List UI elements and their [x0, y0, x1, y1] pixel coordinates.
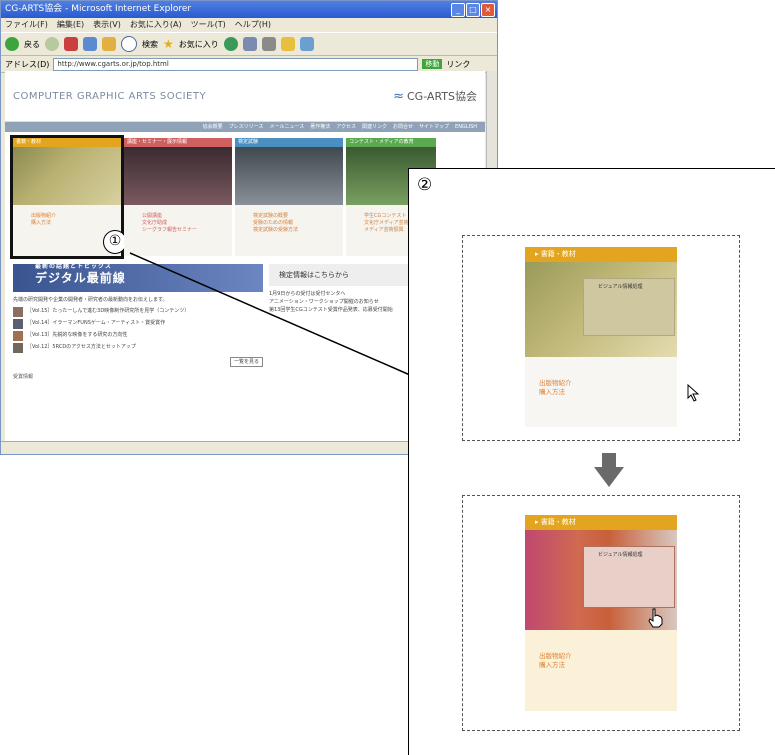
card-links: 出版物紹介 購入方法: [525, 630, 677, 711]
link-purchase[interactable]: 購入方法: [539, 388, 677, 397]
zoom-callout: ② ▸ 書籍・教材 ビジュアル情報処理 出版物紹介 購入方法 ▸ 書籍・教材 ビ…: [408, 168, 775, 755]
connector-line: [129, 252, 411, 376]
book-label: ビジュアル情報処理: [598, 552, 643, 558]
card-tab-label: 書籍・教材: [540, 518, 576, 526]
book-cover: ビジュアル情報処理: [583, 546, 675, 608]
card-links: 出版物紹介 購入方法: [525, 357, 677, 427]
hand-cursor-icon: [648, 608, 663, 628]
down-arrow-icon: [594, 453, 624, 487]
card-tab-label: 書籍・教材: [540, 250, 576, 258]
link-publications[interactable]: 出版物紹介: [539, 652, 677, 661]
book-label: ビジュアル情報処理: [598, 284, 643, 290]
books-card-normal[interactable]: ▸ 書籍・教材 ビジュアル情報処理 出版物紹介 購入方法: [525, 247, 677, 427]
link-purchase[interactable]: 購入方法: [539, 661, 677, 670]
book-cover: ビジュアル情報処理: [583, 278, 675, 336]
card-tab: ▸ 書籍・教材: [525, 247, 677, 262]
marker-2: ②: [417, 175, 433, 195]
arrow-cursor-icon: [687, 384, 700, 402]
card-tab: ▸ 書籍・教材: [525, 515, 677, 530]
books-image-normal: ビジュアル情報処理: [525, 262, 677, 357]
link-publications[interactable]: 出版物紹介: [539, 379, 677, 388]
after-frame: ▸ 書籍・教材 ビジュアル情報処理 出版物紹介 購入方法: [462, 495, 740, 731]
before-frame: ▸ 書籍・教材 ビジュアル情報処理 出版物紹介 購入方法: [462, 235, 740, 441]
